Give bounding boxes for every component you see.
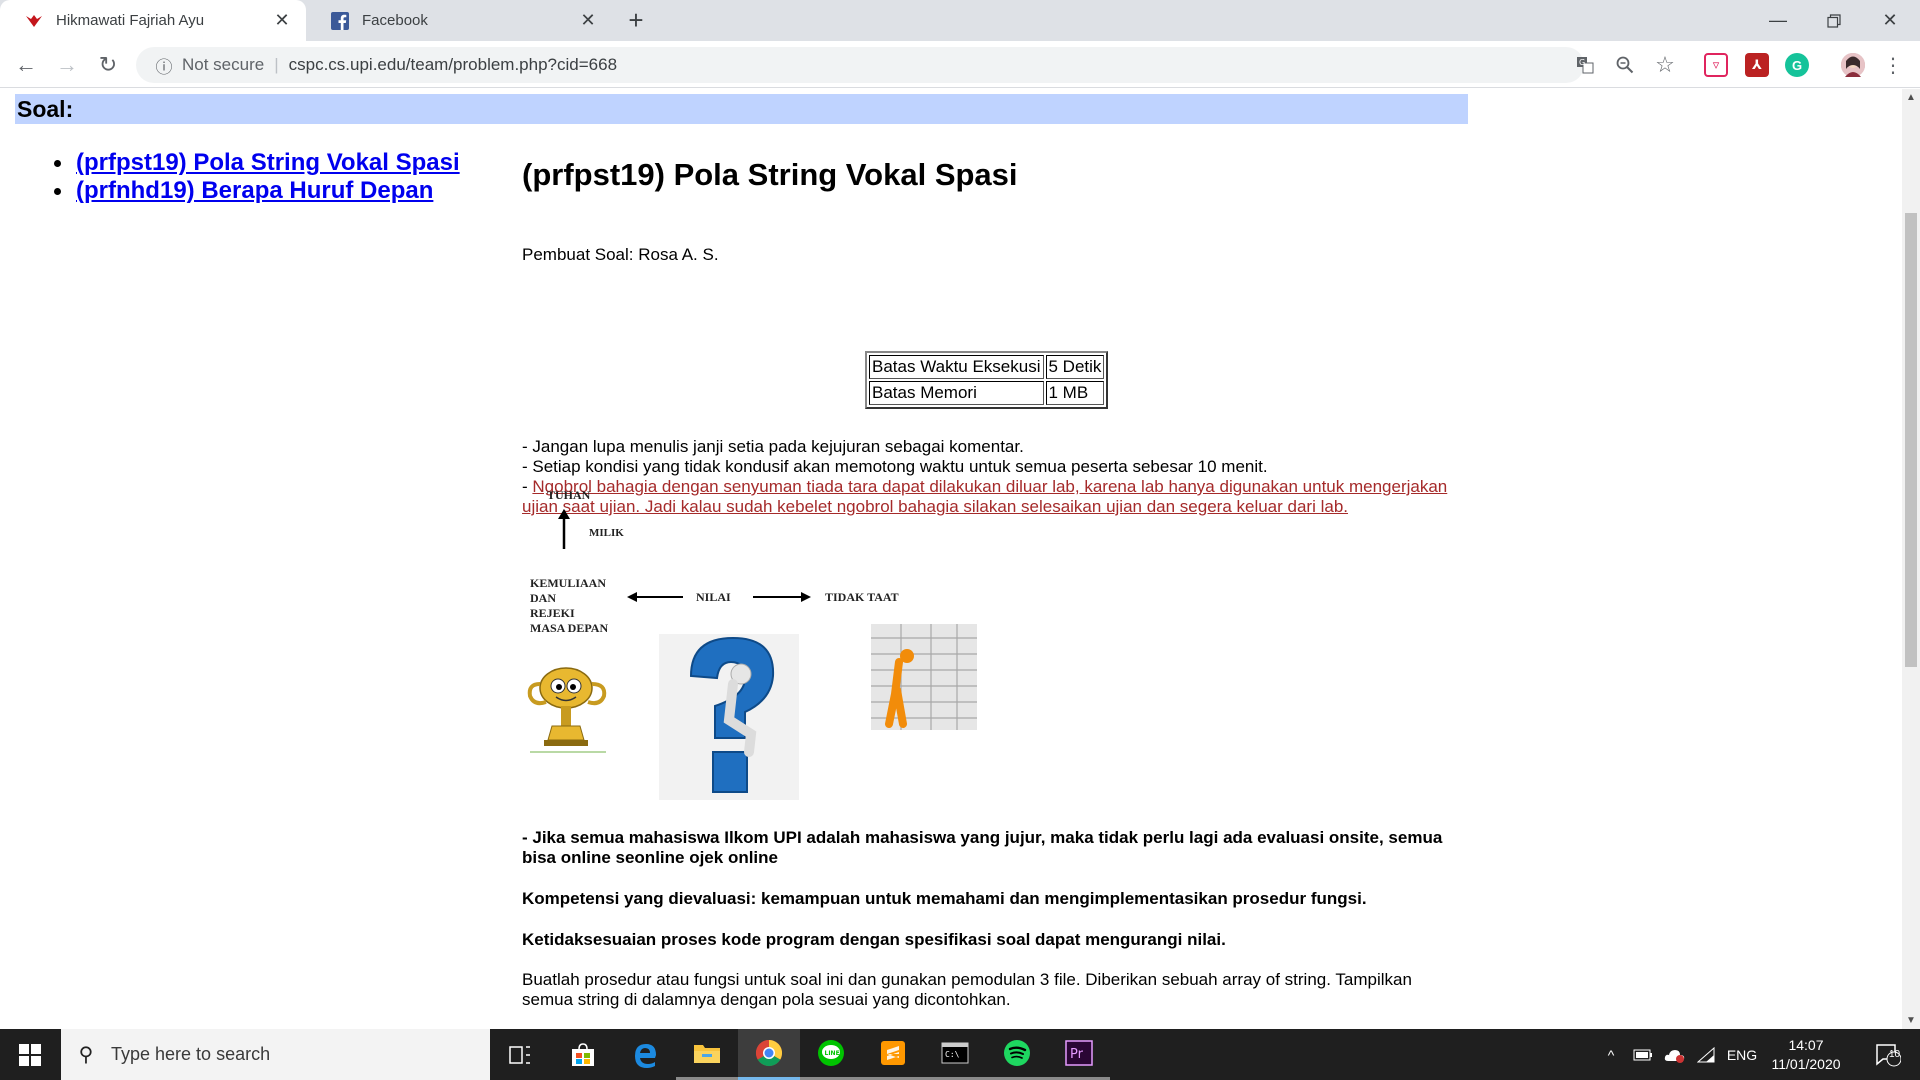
translate-icon[interactable]: G — [1569, 49, 1601, 81]
facebook-icon — [330, 11, 350, 31]
wifi-icon[interactable] — [1692, 1029, 1720, 1080]
table-row: Batas Waktu Eksekusi 5 Detik — [869, 355, 1105, 379]
note-paragraph: - Jika semua mahasiswa Ilkom UPI adalah … — [522, 828, 1443, 867]
browser-tab-bar: Hikmawati Fajriah Ayu ✕ Facebook ✕ + — ✕ — [0, 0, 1920, 41]
grammarly-icon[interactable]: G — [1785, 53, 1809, 77]
page-title: (prfpst19) Pola String Vokal Spasi — [522, 157, 1018, 192]
trophy-image — [527, 667, 607, 753]
limit-value: 5 Detik — [1045, 355, 1105, 379]
forward-icon[interactable]: → — [51, 49, 83, 81]
left-arrow-icon — [627, 592, 683, 602]
premiere-icon[interactable]: Pr — [1048, 1029, 1110, 1080]
battery-icon[interactable] — [1628, 1029, 1658, 1080]
tab-title: Facebook — [362, 12, 428, 29]
author-text: Pembuat Soal: Rosa A. S. — [522, 245, 719, 264]
divider: | — [274, 55, 279, 74]
red-bird-icon — [24, 11, 44, 31]
svg-text:C:\: C:\ — [945, 1050, 960, 1059]
limit-value: 1 MB — [1045, 381, 1105, 405]
question-mark-image — [659, 634, 799, 800]
limit-name: Batas Waktu Eksekusi — [869, 355, 1044, 379]
address-bar[interactable]: ⓘ Not secure | cspc.cs.upi.edu/team/prob… — [136, 47, 1584, 83]
svg-text:LINE: LINE — [825, 1050, 840, 1057]
edge-icon[interactable] — [614, 1029, 676, 1080]
browser-toolbar: ← → ↻ ⓘ Not secure | cspc.cs.upi.edu/tea… — [0, 41, 1920, 88]
clock[interactable]: 14:07 11/01/2020 — [1764, 1029, 1848, 1080]
diagram-center-label: NILAI — [696, 590, 731, 604]
new-tab-button[interactable]: + — [621, 6, 651, 36]
right-arrow-icon — [753, 592, 811, 602]
notification-count: 10 — [1889, 1049, 1901, 1060]
windows-start-icon[interactable] — [0, 1029, 60, 1080]
svg-text:Pr: Pr — [1070, 1047, 1084, 1062]
tab-hikmawati[interactable]: Hikmawati Fajriah Ayu ✕ — [0, 0, 306, 41]
tab-title: Hikmawati Fajriah Ayu — [56, 12, 205, 29]
scroll-up-icon[interactable]: ▲ — [1902, 89, 1920, 106]
search-icon: ⚲ — [78, 1044, 94, 1066]
problem-list: (prfpst19) Pola String Vokal Spasi (prfn… — [54, 149, 460, 205]
wall-image — [871, 624, 977, 730]
rule-line: - Setiap kondisi yang tidak kondusif aka… — [522, 457, 1268, 476]
line-icon[interactable]: LINE — [800, 1029, 862, 1080]
tab-facebook[interactable]: Facebook ✕ — [306, 0, 612, 41]
url-text[interactable]: cspc.cs.upi.edu/team/problem.php?cid=668 — [289, 55, 617, 75]
diagram-arrow-label: MILIK — [589, 527, 624, 539]
terminal-icon[interactable]: C:\ — [924, 1029, 986, 1080]
problem-description: Buatlah prosedur atau fungsi untuk soal … — [522, 970, 1412, 1009]
taskbar-search[interactable]: ⚲ Type here to search — [61, 1029, 490, 1080]
close-window-icon[interactable]: ✕ — [1862, 0, 1918, 41]
search-placeholder: Type here to search — [111, 1044, 271, 1064]
chrome-icon[interactable] — [738, 1029, 800, 1080]
sublime-text-icon[interactable] — [862, 1029, 924, 1080]
reload-icon[interactable]: ↻ — [92, 49, 124, 81]
list-item: (prfnhd19) Berapa Huruf Depan — [54, 177, 460, 205]
pdf-icon[interactable]: ⅄ — [1745, 53, 1769, 77]
svg-text:G: G — [1579, 58, 1585, 67]
diagram-top-label: TUHAN — [547, 488, 591, 502]
table-row: Batas Memori 1 MB — [869, 381, 1105, 405]
scrollbar[interactable]: ▲ ▼ — [1902, 89, 1920, 1029]
limit-name: Batas Memori — [869, 381, 1044, 405]
minimize-icon[interactable]: — — [1750, 0, 1806, 41]
language-indicator[interactable]: ENG — [1722, 1029, 1762, 1080]
problem-content: (prfpst19) Pola String Vokal Spasi Pembu… — [522, 157, 1452, 516]
note-paragraph: Ketidaksesuaian proses kode program deng… — [522, 930, 1226, 949]
problem-link-prfnhd19[interactable]: (prfnhd19) Berapa Huruf Depan — [76, 177, 433, 204]
note-paragraph: Kompetensi yang dievaluasi: kemampuan un… — [522, 889, 1367, 908]
diagram-left-label: KEMULIAAN DAN REJEKI MASA DEPAN — [530, 576, 609, 635]
notes-block: - Jika semua mahasiswa Ilkom UPI adalah … — [522, 828, 1452, 971]
onedrive-icon[interactable] — [1660, 1029, 1690, 1080]
file-explorer-icon[interactable] — [676, 1029, 738, 1080]
restore-icon[interactable] — [1806, 0, 1862, 41]
values-diagram: TUHAN MILIK KEMULIAAN DAN REJEKI MASA DE… — [522, 486, 1002, 816]
clock-time: 14:07 — [1788, 1036, 1824, 1053]
close-icon[interactable]: ✕ — [272, 10, 292, 31]
rule-line: - Jangan lupa menulis janji setia pada k… — [522, 437, 1024, 456]
task-view-icon[interactable] — [489, 1029, 551, 1080]
chevron-up-icon[interactable]: ^ — [1598, 1029, 1624, 1080]
soal-heading: Soal: — [15, 94, 1468, 124]
scrollbar-thumb[interactable] — [1905, 213, 1917, 667]
page-viewport: Soal: (prfpst19) Pola String Vokal Spasi… — [0, 89, 1902, 1029]
clock-date: 11/01/2020 — [1771, 1055, 1841, 1072]
diagram-right-label: TIDAK TAAT — [825, 590, 899, 604]
limits-table: Batas Waktu Eksekusi 5 Detik Batas Memor… — [865, 351, 1109, 409]
zoom-icon[interactable] — [1609, 49, 1641, 81]
avatar[interactable] — [1841, 53, 1865, 77]
star-icon[interactable]: ☆ — [1649, 49, 1681, 81]
problem-link-prfpst19[interactable]: (prfpst19) Pola String Vokal Spasi — [76, 149, 460, 176]
spotify-icon[interactable] — [986, 1029, 1048, 1080]
pocket-icon[interactable]: ▿ — [1704, 53, 1728, 77]
taskbar: ⚲ Type here to search LINE C:\ Pr ^ ENG … — [0, 1029, 1920, 1080]
store-icon[interactable] — [552, 1029, 614, 1080]
notification-icon[interactable]: 10 — [1868, 1029, 1908, 1080]
menu-icon[interactable]: ⋮ — [1877, 49, 1909, 81]
security-label: Not secure — [182, 55, 265, 74]
list-item: (prfpst19) Pola String Vokal Spasi — [54, 149, 460, 177]
scroll-down-icon[interactable]: ▼ — [1902, 1012, 1920, 1029]
close-icon[interactable]: ✕ — [578, 10, 598, 31]
back-icon[interactable]: ← — [10, 49, 42, 81]
info-icon[interactable]: ⓘ — [146, 53, 182, 78]
up-arrow-icon — [558, 509, 570, 549]
